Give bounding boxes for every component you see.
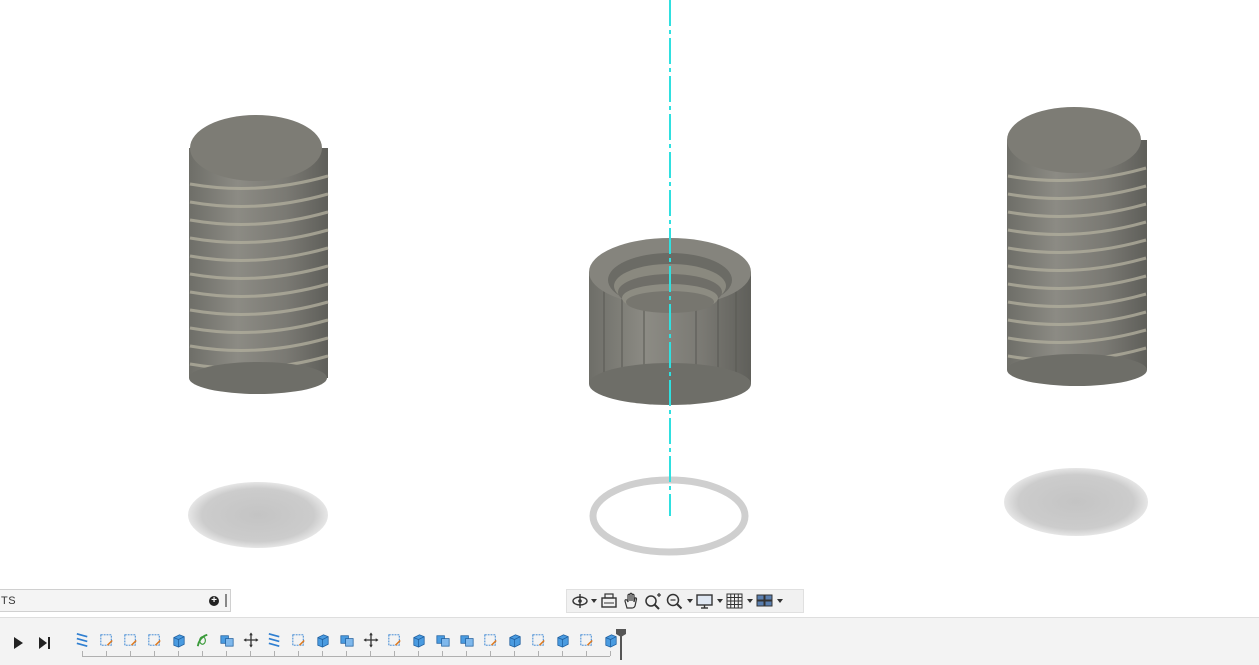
play-icon[interactable] (10, 635, 26, 651)
extrude-icon[interactable] (506, 630, 524, 650)
pan-icon (624, 592, 638, 609)
timeline-tick (346, 651, 347, 656)
look-at-button[interactable] (599, 591, 619, 611)
viewports-button[interactable] (755, 591, 783, 611)
comments-label: TS (1, 594, 17, 607)
fit-icon (666, 593, 683, 610)
navigation-toolbar (566, 589, 804, 613)
left-bolt-shadow (188, 482, 328, 548)
look-at-icon (601, 593, 617, 608)
combine-icon[interactable] (338, 630, 356, 650)
canvas-viewport[interactable] (0, 0, 1259, 617)
move-icon[interactable] (362, 630, 380, 650)
design-timeline (0, 617, 1259, 665)
timeline-tick (370, 651, 371, 656)
skip-to-end-icon[interactable] (36, 635, 52, 651)
timeline-track (82, 656, 610, 657)
timeline-marker[interactable] (615, 628, 627, 660)
combine-icon[interactable] (434, 630, 452, 650)
sketch-icon[interactable] (98, 630, 116, 650)
timeline-tick (418, 651, 419, 656)
timeline-tick (106, 651, 107, 656)
sketch-icon[interactable] (386, 630, 404, 650)
sketch-icon[interactable] (290, 630, 308, 650)
extrude-icon[interactable] (410, 630, 428, 650)
pan-button[interactable] (621, 591, 641, 611)
combine-icon[interactable] (218, 630, 236, 650)
comments-panel: TS + (0, 589, 231, 612)
zoom-button[interactable] (643, 591, 663, 611)
left-bolt[interactable] (189, 115, 329, 394)
thread-icon[interactable] (266, 630, 284, 650)
timeline-tick (202, 651, 203, 656)
timeline-tick (586, 651, 587, 656)
timeline-tick (154, 651, 155, 656)
grid-snaps-button[interactable] (725, 591, 753, 611)
timeline-tick (466, 651, 467, 656)
timeline-tick (130, 651, 131, 656)
orbit-icon (572, 594, 588, 608)
display-settings-button[interactable] (695, 591, 723, 611)
sketch-icon[interactable] (530, 630, 548, 650)
right-bolt-shadow (1004, 468, 1148, 536)
timeline-tick (178, 651, 179, 656)
orbit-button[interactable] (571, 591, 597, 611)
sketch-icon[interactable] (122, 630, 140, 650)
right-bolt[interactable] (1007, 107, 1147, 386)
timeline-tick (298, 651, 299, 656)
sketch-icon[interactable] (578, 630, 596, 650)
grid-snaps-icon (726, 593, 743, 609)
scene-svg (188, 0, 1148, 556)
sketch-icon[interactable] (146, 630, 164, 650)
panel-grip-icon[interactable] (225, 594, 227, 607)
extrude-icon[interactable] (170, 630, 188, 650)
plus-circle-icon[interactable]: + (209, 596, 219, 606)
timeline-tick (394, 651, 395, 656)
sweep-icon[interactable] (194, 630, 212, 650)
move-icon[interactable] (242, 630, 260, 650)
timeline-tick (538, 651, 539, 656)
timeline-tick (322, 651, 323, 656)
timeline-tick (490, 651, 491, 656)
combine-icon[interactable] (458, 630, 476, 650)
extrude-icon[interactable] (314, 630, 332, 650)
zoom-icon (645, 593, 661, 610)
timeline-tick (610, 651, 611, 656)
timeline-tick (514, 651, 515, 656)
timeline-tick (562, 651, 563, 656)
timeline-tick (250, 651, 251, 656)
viewports-icon (756, 594, 773, 607)
timeline-tick (82, 651, 83, 656)
fit-button[interactable] (665, 591, 693, 611)
thread-icon[interactable] (74, 630, 92, 650)
timeline-tick (226, 651, 227, 656)
timeline-tick (442, 651, 443, 656)
display-settings-icon (696, 594, 713, 609)
extrude-icon[interactable] (554, 630, 572, 650)
timeline-tick (274, 651, 275, 656)
sketch-icon[interactable] (482, 630, 500, 650)
